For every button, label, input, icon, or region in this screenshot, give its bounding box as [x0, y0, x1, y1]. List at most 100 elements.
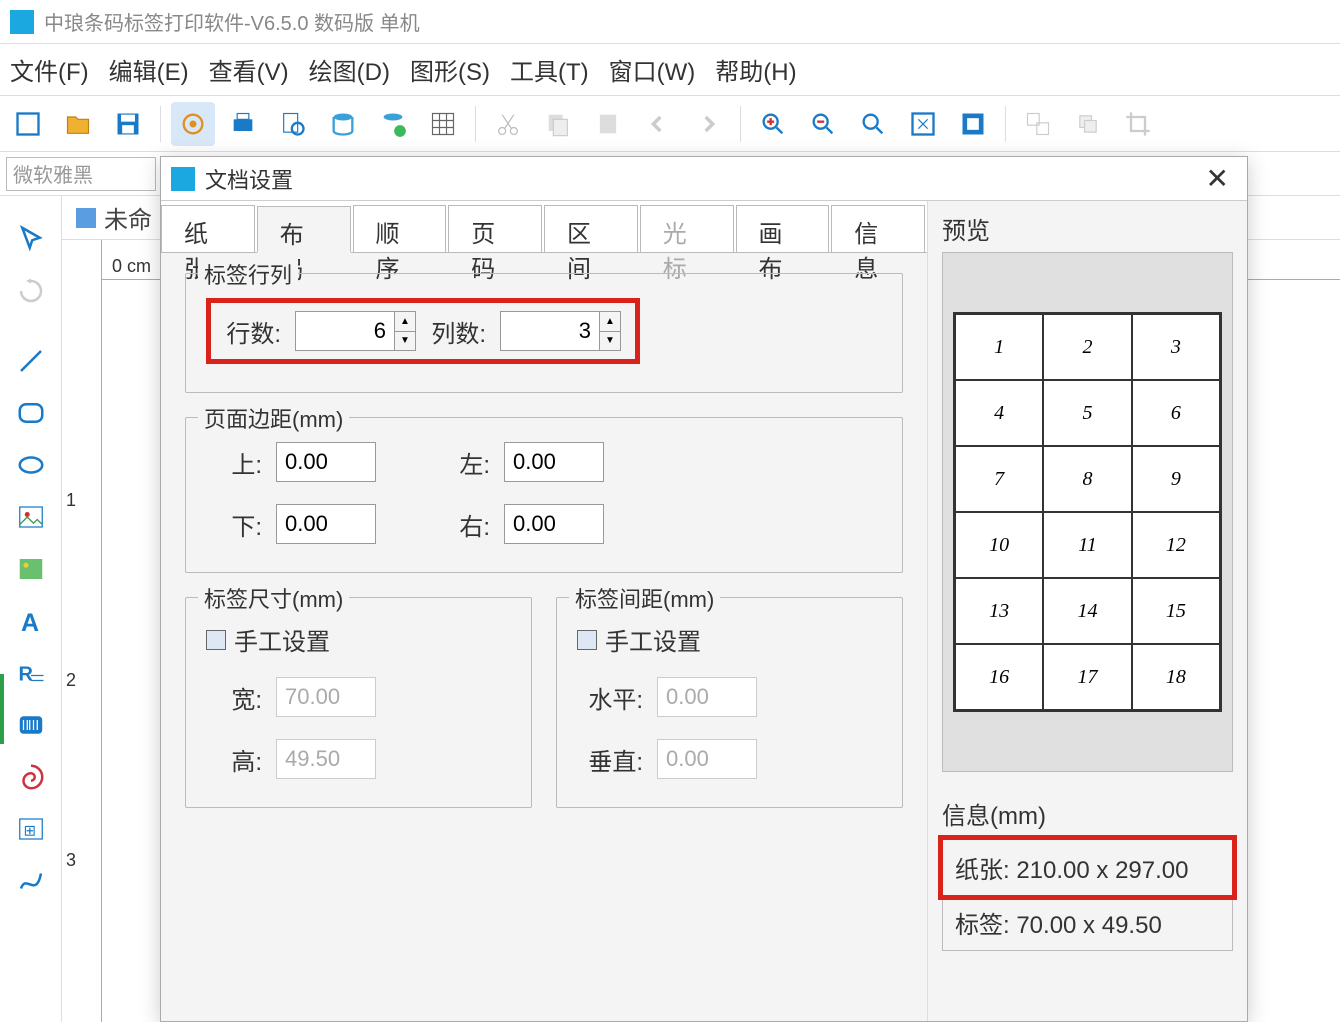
- ellipse-tool[interactable]: [8, 442, 54, 488]
- rowscols-fieldset: 标签行列 行数: ▲▼ 列数: ▲▼: [185, 273, 903, 393]
- rows-spinner[interactable]: ▲▼: [395, 311, 416, 351]
- menu-tool[interactable]: 工具(T): [510, 52, 589, 87]
- settings-button[interactable]: [171, 102, 215, 146]
- preview-cell: 6: [1132, 380, 1220, 446]
- tab-order[interactable]: 顺序: [353, 205, 447, 252]
- menu-view[interactable]: 查看(V): [209, 52, 289, 87]
- margin-left-input[interactable]: [504, 442, 604, 482]
- dialog-tabs: 纸张 布局 顺序 页码 区间 光标 画布 信息: [161, 201, 927, 253]
- barcode-tool[interactable]: [8, 702, 54, 748]
- cols-spinner[interactable]: ▲▼: [600, 311, 621, 351]
- margin-right-input[interactable]: [504, 504, 604, 544]
- menu-draw[interactable]: 绘图(D): [309, 52, 390, 87]
- richtext-tool[interactable]: R: [8, 650, 54, 696]
- preview-button[interactable]: [271, 102, 315, 146]
- menu-help[interactable]: 帮助(H): [715, 52, 796, 87]
- preview-cell: 14: [1043, 578, 1131, 644]
- cut-button[interactable]: [486, 102, 530, 146]
- paste-button[interactable]: [586, 102, 630, 146]
- menu-window[interactable]: 窗口(W): [609, 52, 696, 87]
- ungroup-button[interactable]: [1066, 102, 1110, 146]
- gap-manual-checkbox[interactable]: 手工设置: [577, 622, 882, 657]
- image-tool[interactable]: [8, 494, 54, 540]
- fit-width-button[interactable]: [951, 102, 995, 146]
- tab-paper[interactable]: 纸张: [161, 205, 255, 252]
- database-button[interactable]: [321, 102, 365, 146]
- rowscols-highlight: 行数: ▲▼ 列数: ▲▼: [206, 298, 640, 364]
- side-toolbox: A R ⊞: [0, 196, 62, 1022]
- preview-cell: 10: [955, 512, 1043, 578]
- menu-edit[interactable]: 编辑(E): [109, 52, 189, 87]
- select-tool[interactable]: [8, 216, 54, 262]
- undo-button[interactable]: [636, 102, 680, 146]
- size-manual-checkbox[interactable]: 手工设置: [206, 622, 511, 657]
- zoom-out-button[interactable]: [801, 102, 845, 146]
- rows-input[interactable]: [295, 311, 395, 351]
- info-paper: 纸张: 210.00 x 297.00: [938, 835, 1237, 900]
- tab-cursor[interactable]: 光标: [640, 205, 734, 252]
- preview-cell: 3: [1132, 314, 1220, 380]
- menu-shape[interactable]: 图形(S): [410, 52, 490, 87]
- preview-cell: 4: [955, 380, 1043, 446]
- size-manual-label: 手工设置: [234, 622, 330, 657]
- line-tool[interactable]: [8, 338, 54, 384]
- grid-button[interactable]: [421, 102, 465, 146]
- info-label: 标签: 70.00 x 49.50: [943, 895, 1232, 950]
- margin-bottom-input[interactable]: [276, 504, 376, 544]
- fit-screen-button[interactable]: [901, 102, 945, 146]
- tab-range[interactable]: 区间: [544, 205, 638, 252]
- tab-info[interactable]: 信息: [831, 205, 925, 252]
- table-tool[interactable]: ⊞: [8, 806, 54, 852]
- rowscols-legend: 标签行列: [198, 258, 298, 290]
- margin-left-label: 左:: [434, 445, 490, 480]
- ruler-v-1: 1: [66, 490, 76, 511]
- qrcode-tool[interactable]: [8, 754, 54, 800]
- tab-layout[interactable]: 布局: [257, 206, 351, 253]
- gap-v-input: [657, 739, 757, 779]
- open-button[interactable]: [56, 102, 100, 146]
- text-tool[interactable]: A: [8, 598, 54, 644]
- menubar: 文件(F) 编辑(E) 查看(V) 绘图(D) 图形(S) 工具(T) 窗口(W…: [0, 44, 1340, 96]
- cols-input[interactable]: [500, 311, 600, 351]
- preview-cell: 2: [1043, 314, 1131, 380]
- new-button[interactable]: [6, 102, 50, 146]
- preview-cell: 1: [955, 314, 1043, 380]
- tab-page[interactable]: 页码: [448, 205, 542, 252]
- app-title: 中琅条码标签打印软件-V6.5.0 数码版 单机: [44, 7, 420, 36]
- gap-h-label: 水平:: [577, 680, 643, 715]
- redo-button[interactable]: [686, 102, 730, 146]
- crop-button[interactable]: [1116, 102, 1160, 146]
- info-panel: 纸张: 210.00 x 297.00 标签: 70.00 x 49.50: [942, 839, 1233, 951]
- margin-top-label: 上:: [206, 445, 262, 480]
- size-legend: 标签尺寸(mm): [198, 582, 349, 614]
- group-button[interactable]: [1016, 102, 1060, 146]
- preview-cell: 13: [955, 578, 1043, 644]
- margin-right-label: 右:: [434, 507, 490, 542]
- rotate-tool[interactable]: [8, 268, 54, 314]
- width-input: [276, 677, 376, 717]
- width-label: 宽:: [206, 680, 262, 715]
- font-name-input[interactable]: 微软雅黑: [6, 157, 156, 191]
- svg-text:R: R: [18, 664, 33, 686]
- menu-file[interactable]: 文件(F): [10, 52, 89, 87]
- margin-top-input[interactable]: [276, 442, 376, 482]
- checkbox-icon: [206, 630, 226, 650]
- rounded-rect-tool[interactable]: [8, 390, 54, 436]
- save-button[interactable]: [106, 102, 150, 146]
- zoom-in-button[interactable]: [751, 102, 795, 146]
- preview-cell: 9: [1132, 446, 1220, 512]
- close-button[interactable]: ✕: [1198, 162, 1237, 195]
- margins-legend: 页面边距(mm): [198, 402, 349, 434]
- preview-cell: 8: [1043, 446, 1131, 512]
- copy-button[interactable]: [536, 102, 580, 146]
- preview-grid: 1 2 3 4 5 6 7 8 9 10 11 12 13 14: [955, 314, 1220, 710]
- gap-fieldset: 标签间距(mm) 手工设置 水平: 垂直:: [556, 597, 903, 808]
- database-add-button[interactable]: [371, 102, 415, 146]
- zoom-fit-button[interactable]: [851, 102, 895, 146]
- picture-tool[interactable]: [8, 546, 54, 592]
- print-button[interactable]: [221, 102, 265, 146]
- margin-bottom-label: 下:: [206, 507, 262, 542]
- curve-tool[interactable]: [8, 858, 54, 904]
- tab-canvas[interactable]: 画布: [736, 205, 830, 252]
- gap-legend: 标签间距(mm): [569, 582, 720, 614]
